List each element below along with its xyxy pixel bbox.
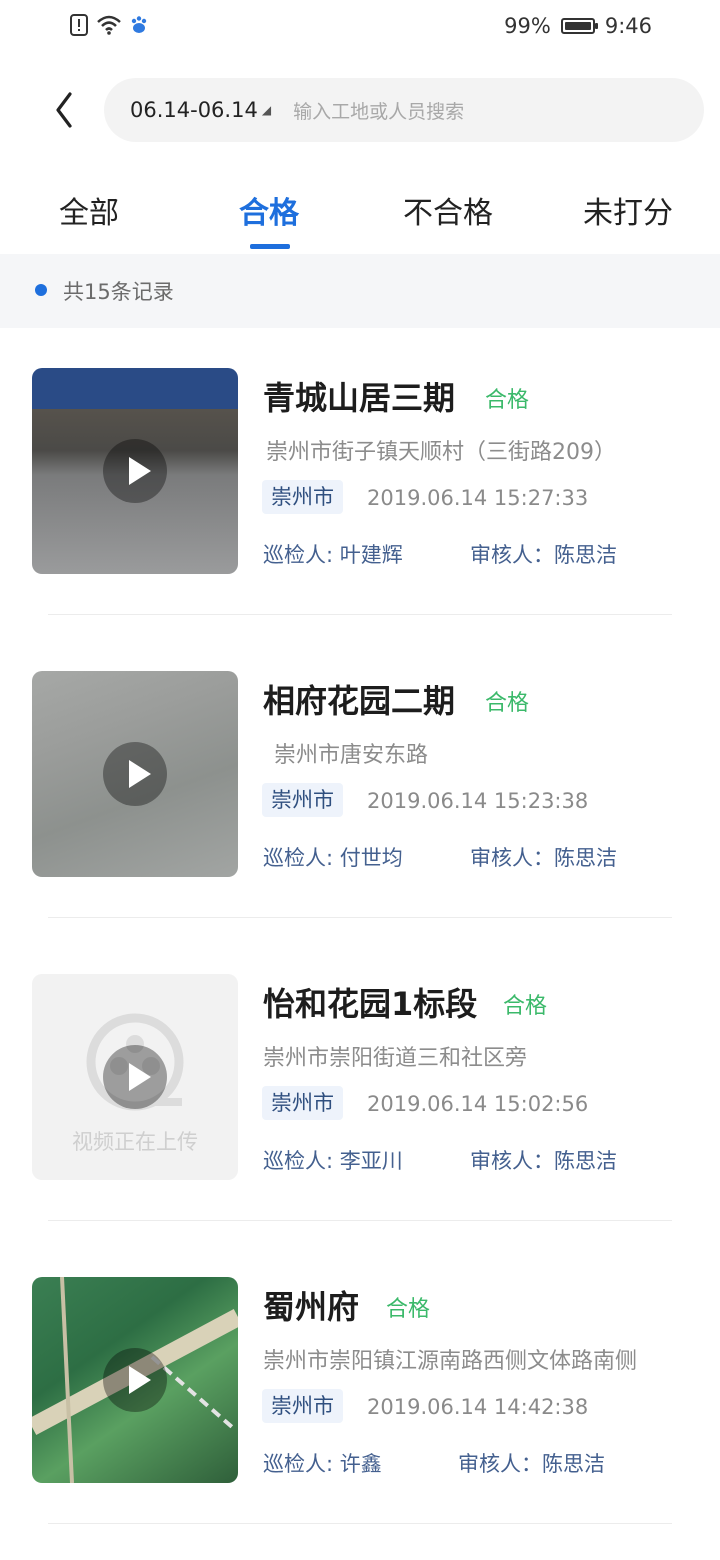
- inspection-time: 2019.06.14 15:02:56: [367, 1092, 589, 1116]
- list-item[interactable]: 视频正在上传 怡和花园1标段 合格 崇州市崇阳街道三和社区旁 崇州市 2019.…: [0, 936, 720, 1238]
- filter-tabs: 全部 合格 不合格 未打分: [0, 168, 720, 254]
- divider: [48, 1523, 672, 1524]
- clock: 9:46: [604, 14, 652, 38]
- status-badge: 合格: [485, 388, 530, 413]
- video-thumbnail[interactable]: 视频正在上传: [32, 974, 238, 1180]
- wifi-icon: [97, 15, 121, 35]
- video-thumbnail[interactable]: [32, 671, 238, 877]
- region-tag: 崇州市: [262, 480, 343, 514]
- video-thumbnail[interactable]: [32, 1277, 238, 1483]
- site-address: 崇州市崇阳街道三和社区旁: [263, 1046, 528, 1071]
- status-bar: 99% 9:46: [0, 0, 720, 56]
- play-icon[interactable]: [103, 742, 167, 806]
- inspector: 巡检人: 李亚川: [263, 1149, 403, 1173]
- record-summary: 共15条记录: [0, 254, 720, 328]
- reviewer: 审核人：陈思洁: [470, 1149, 617, 1173]
- record-count: 共15条记录: [63, 280, 174, 304]
- divider: [48, 1220, 672, 1221]
- site-address: 崇州市街子镇天顺村（三街路209）: [266, 440, 616, 465]
- list-item[interactable]: 青城山居三期 合格 崇州市街子镇天顺村（三街路209） 崇州市 2019.06.…: [0, 330, 720, 632]
- play-icon[interactable]: [103, 439, 167, 503]
- site-title: 蜀州府: [263, 1288, 360, 1326]
- date-range-selector[interactable]: 06.14-06.14: [130, 98, 258, 122]
- play-icon[interactable]: [103, 1045, 167, 1109]
- inspector: 巡检人: 叶建辉: [263, 543, 403, 567]
- paw-icon: [131, 16, 147, 33]
- reviewer: 审核人：陈思洁: [458, 1452, 605, 1476]
- region-tag: 崇州市: [262, 783, 343, 817]
- inspector: 巡检人: 许鑫: [263, 1452, 382, 1476]
- status-badge: 合格: [485, 691, 530, 716]
- site-title: 怡和花园1标段: [263, 985, 478, 1023]
- upload-status: 视频正在上传: [72, 1130, 198, 1154]
- status-icons: [70, 14, 148, 36]
- site-title: 青城山居三期: [263, 379, 456, 417]
- inspection-time: 2019.06.14 15:23:38: [367, 789, 589, 813]
- inspector: 巡检人: 付世均: [263, 846, 403, 870]
- tab-unscored[interactable]: 未打分: [583, 188, 673, 232]
- active-tab-indicator: [250, 244, 290, 249]
- reviewer: 审核人：陈思洁: [470, 846, 617, 870]
- list-item[interactable]: 蜀州府 合格 崇州市崇阳镇江源南路西侧文体路南侧 崇州市 2019.06.14 …: [0, 1239, 720, 1541]
- site-title: 相府花园二期: [263, 682, 456, 720]
- video-thumbnail[interactable]: [32, 368, 238, 574]
- reviewer: 审核人：陈思洁: [470, 543, 617, 567]
- site-address: 崇州市唐安东路: [274, 743, 429, 768]
- alert-icon: [70, 14, 88, 36]
- tab-pass[interactable]: 合格: [239, 188, 299, 232]
- status-right: 99% 9:46: [504, 14, 652, 38]
- search-input[interactable]: 输入工地或人员搜索: [293, 97, 464, 124]
- site-address: 崇州市崇阳镇江源南路西侧文体路南侧: [263, 1349, 638, 1374]
- back-arrow-icon[interactable]: [50, 90, 80, 130]
- divider: [48, 917, 672, 918]
- search-bar[interactable]: 06.14-06.14 ◢ 输入工地或人员搜索: [104, 78, 704, 142]
- list-item[interactable]: 相府花园二期 合格 崇州市唐安东路 崇州市 2019.06.14 15:23:3…: [0, 633, 720, 935]
- bullet-dot-icon: [35, 284, 47, 296]
- tab-all[interactable]: 全部: [59, 188, 119, 232]
- inspection-time: 2019.06.14 15:27:33: [367, 486, 589, 510]
- tab-fail[interactable]: 不合格: [403, 188, 493, 232]
- header: 06.14-06.14 ◢ 输入工地或人员搜索: [0, 70, 720, 150]
- status-badge: 合格: [386, 1297, 431, 1322]
- caret-down-icon[interactable]: ◢: [262, 103, 271, 117]
- play-icon[interactable]: [103, 1348, 167, 1412]
- divider: [48, 614, 672, 615]
- region-tag: 崇州市: [262, 1389, 343, 1423]
- battery-icon: [560, 18, 598, 34]
- status-badge: 合格: [503, 994, 548, 1019]
- inspection-time: 2019.06.14 14:42:38: [367, 1395, 589, 1419]
- battery-percent: 99%: [504, 14, 551, 38]
- region-tag: 崇州市: [262, 1086, 343, 1120]
